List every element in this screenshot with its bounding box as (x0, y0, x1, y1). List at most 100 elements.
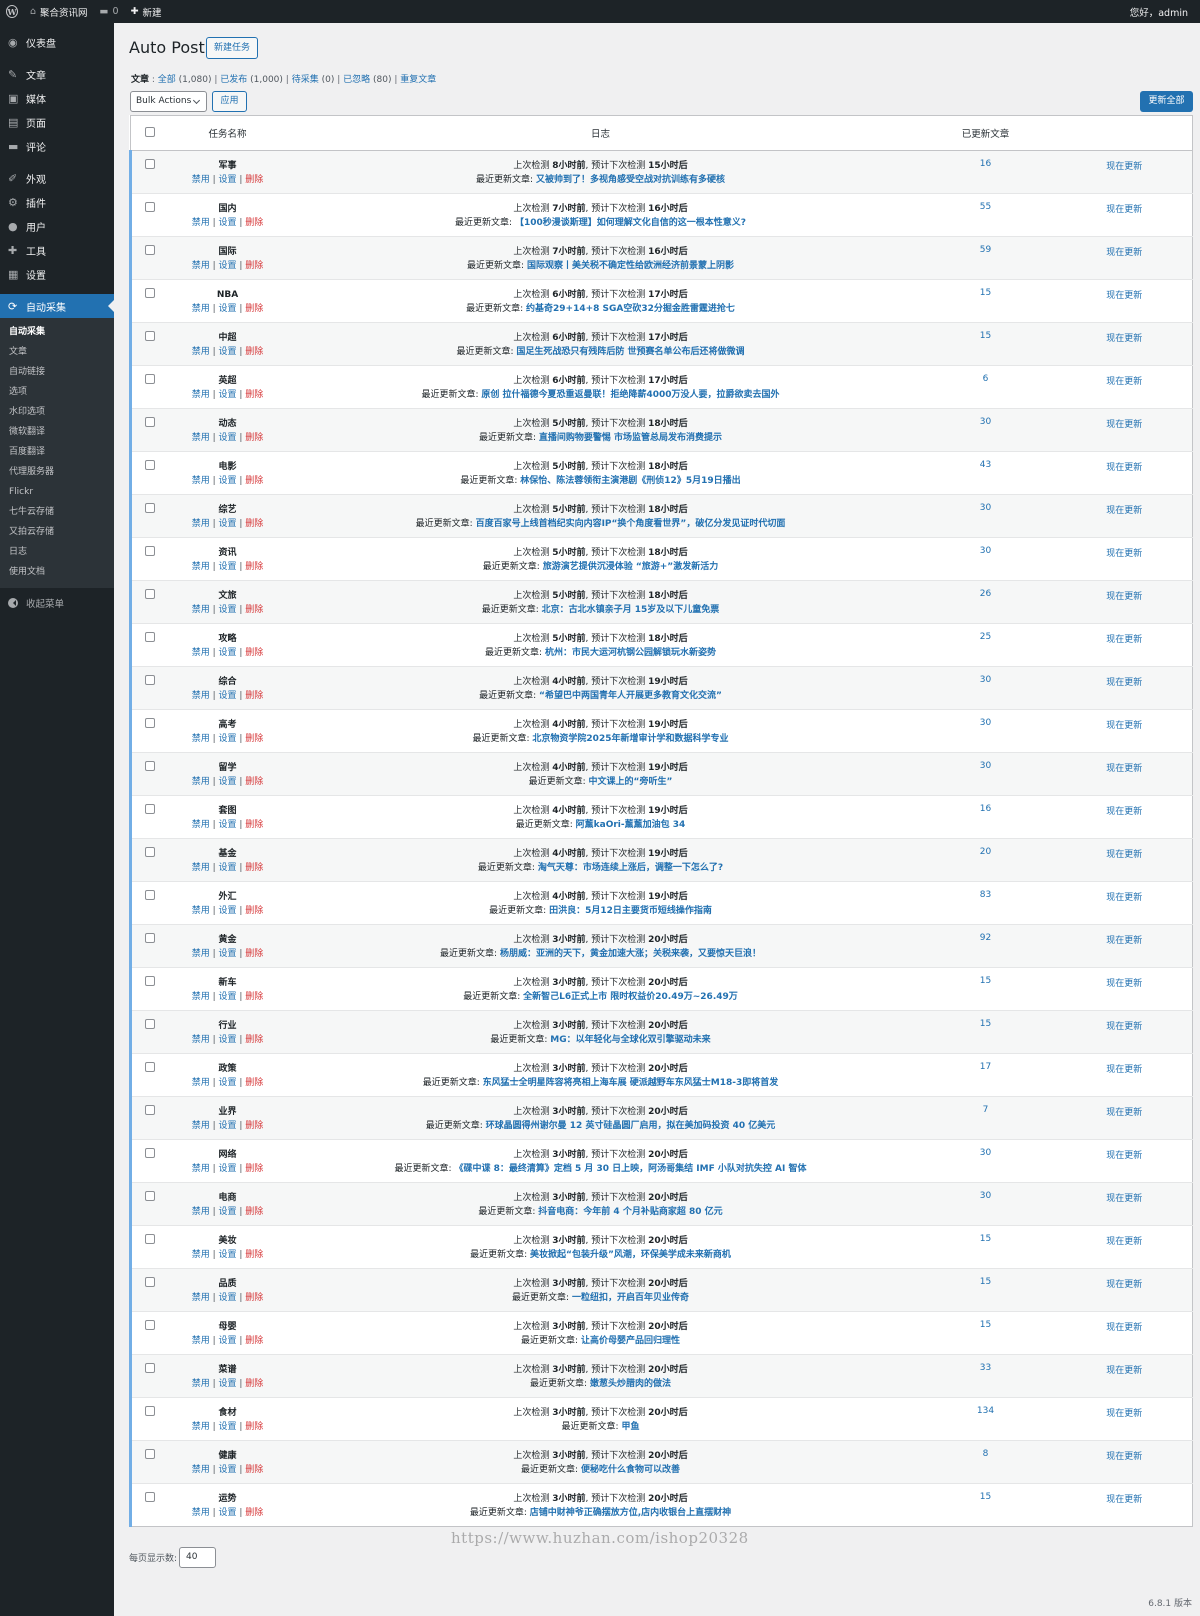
disable-link[interactable]: 禁用 (192, 777, 210, 787)
recent-post-link[interactable]: 便秘吃什么食物可以改善 (581, 1465, 680, 1475)
update-now-link[interactable]: 现在更新 (1056, 537, 1193, 581)
sidebar-item-tools[interactable]: ✚ 工具 (0, 238, 114, 262)
updated-count[interactable]: 15 (914, 1483, 1057, 1527)
updated-count[interactable]: 30 (914, 666, 1057, 710)
recent-post-link[interactable]: 美妆掀起“包装升级”风潮，环保美学成未来新商机 (530, 1250, 731, 1260)
settings-link[interactable]: 设置 (218, 1379, 236, 1389)
delete-link[interactable]: 删除 (245, 605, 263, 615)
row-checkbox[interactable] (145, 374, 156, 384)
update-now-link[interactable]: 现在更新 (1056, 795, 1193, 839)
update-now-link[interactable]: 现在更新 (1056, 150, 1193, 194)
disable-link[interactable]: 禁用 (192, 1422, 210, 1432)
recent-post-link[interactable]: 北京：古北水镇亲子月 15岁及以下儿童免票 (542, 605, 720, 615)
recent-post-link[interactable]: MG：以年轻化与全球化双引擎驱动未来 (550, 1035, 710, 1045)
delete-link[interactable]: 删除 (245, 1508, 263, 1518)
updated-count[interactable]: 15 (914, 967, 1057, 1011)
updated-count[interactable]: 59 (914, 236, 1057, 280)
update-all-button[interactable]: 更新全部 (1140, 91, 1193, 112)
disable-link[interactable]: 禁用 (192, 691, 210, 701)
update-now-link[interactable]: 现在更新 (1056, 1440, 1193, 1484)
settings-link[interactable]: 设置 (218, 691, 236, 701)
update-now-link[interactable]: 现在更新 (1056, 322, 1193, 366)
disable-link[interactable]: 禁用 (192, 347, 210, 357)
row-checkbox[interactable] (145, 589, 156, 599)
update-now-link[interactable]: 现在更新 (1056, 881, 1193, 925)
updated-count[interactable]: 92 (914, 924, 1057, 968)
delete-link[interactable]: 删除 (245, 476, 263, 486)
settings-link[interactable]: 设置 (218, 777, 236, 787)
bulk-actions-select[interactable]: Bulk Actions (130, 91, 207, 112)
row-checkbox[interactable] (145, 331, 156, 341)
filter-ignored[interactable]: 已忽略 (80) (343, 75, 391, 85)
updated-count[interactable]: 55 (914, 193, 1057, 237)
add-new-task-button[interactable]: 新建任务 (206, 37, 259, 59)
settings-link[interactable]: 设置 (218, 476, 236, 486)
settings-link[interactable]: 设置 (218, 390, 236, 400)
row-checkbox[interactable] (145, 1191, 156, 1201)
delete-link[interactable]: 删除 (245, 304, 263, 314)
disable-link[interactable]: 禁用 (192, 1293, 210, 1303)
account-greeting[interactable]: 您好，admin (1124, 0, 1200, 23)
recent-post-link[interactable]: 杭州：市民大运河杭钢公园解锁玩水新姿势 (545, 648, 716, 658)
row-checkbox[interactable] (145, 1320, 156, 1330)
submenu-item[interactable]: 又拍云存储 (0, 522, 114, 542)
delete-link[interactable]: 删除 (245, 820, 263, 830)
disable-link[interactable]: 禁用 (192, 175, 210, 185)
recent-post-link[interactable]: 中文课上的“旁听生” (589, 777, 673, 787)
submenu-item[interactable]: 七牛云存储 (0, 502, 114, 522)
update-now-link[interactable]: 现在更新 (1056, 580, 1193, 624)
settings-link[interactable]: 设置 (218, 949, 236, 959)
disable-link[interactable]: 禁用 (192, 433, 210, 443)
recent-post-link[interactable]: 田洪良：5月12日主要货币短线操作指南 (549, 906, 712, 916)
disable-link[interactable]: 禁用 (192, 1379, 210, 1389)
updated-count[interactable]: 15 (914, 279, 1057, 323)
delete-link[interactable]: 删除 (245, 691, 263, 701)
row-checkbox[interactable] (145, 718, 156, 728)
delete-link[interactable]: 删除 (245, 863, 263, 873)
updated-count[interactable]: 16 (914, 150, 1057, 194)
submenu-item[interactable]: 水印选项 (0, 402, 114, 422)
update-now-link[interactable]: 现在更新 (1056, 1225, 1193, 1269)
disable-link[interactable]: 禁用 (192, 1250, 210, 1260)
row-checkbox[interactable] (145, 1492, 156, 1502)
update-now-link[interactable]: 现在更新 (1056, 1053, 1193, 1097)
settings-link[interactable]: 设置 (218, 1293, 236, 1303)
updated-count[interactable]: 30 (914, 494, 1057, 538)
per-page-input[interactable]: 40 (179, 1547, 217, 1568)
updated-count[interactable]: 16 (914, 795, 1057, 839)
disable-link[interactable]: 禁用 (192, 648, 210, 658)
update-now-link[interactable]: 现在更新 (1056, 236, 1193, 280)
recent-post-link[interactable]: 【100秒漫谈斯理】如何理解文化自信的这一根本性意义? (515, 218, 746, 228)
delete-link[interactable]: 删除 (245, 261, 263, 271)
row-checkbox[interactable] (145, 632, 156, 642)
update-now-link[interactable]: 现在更新 (1056, 1354, 1193, 1398)
delete-link[interactable]: 删除 (245, 433, 263, 443)
row-checkbox[interactable] (145, 675, 156, 685)
disable-link[interactable]: 禁用 (192, 1121, 210, 1131)
update-now-link[interactable]: 现在更新 (1056, 1397, 1193, 1441)
row-checkbox[interactable] (145, 761, 156, 771)
submenu-item[interactable]: 代理服务器 (0, 462, 114, 482)
delete-link[interactable]: 删除 (245, 1164, 263, 1174)
updated-count[interactable]: 15 (914, 322, 1057, 366)
disable-link[interactable]: 禁用 (192, 562, 210, 572)
settings-link[interactable]: 设置 (218, 433, 236, 443)
sidebar-item-autopost[interactable]: ⟳ 自动采集 (0, 294, 114, 318)
updated-count[interactable]: 15 (914, 1010, 1057, 1054)
delete-link[interactable]: 删除 (245, 1293, 263, 1303)
recent-post-link[interactable]: 旅游演艺提供沉浸体验 “旅游+”激发新活力 (543, 562, 719, 572)
updated-count[interactable]: 30 (914, 752, 1057, 796)
settings-link[interactable]: 设置 (218, 1465, 236, 1475)
settings-link[interactable]: 设置 (218, 347, 236, 357)
recent-post-link[interactable]: 让高价母婴产品回归理性 (581, 1336, 680, 1346)
sidebar-item-posts[interactable]: ✎ 文章 (0, 62, 114, 86)
comments-link[interactable]: ▬ 0 (94, 0, 125, 23)
row-checkbox[interactable] (145, 1277, 156, 1287)
disable-link[interactable]: 禁用 (192, 1164, 210, 1174)
settings-link[interactable]: 设置 (218, 992, 236, 1002)
settings-link[interactable]: 设置 (218, 1035, 236, 1045)
disable-link[interactable]: 禁用 (192, 1207, 210, 1217)
delete-link[interactable]: 删除 (245, 648, 263, 658)
disable-link[interactable]: 禁用 (192, 261, 210, 271)
row-checkbox[interactable] (145, 1105, 156, 1115)
